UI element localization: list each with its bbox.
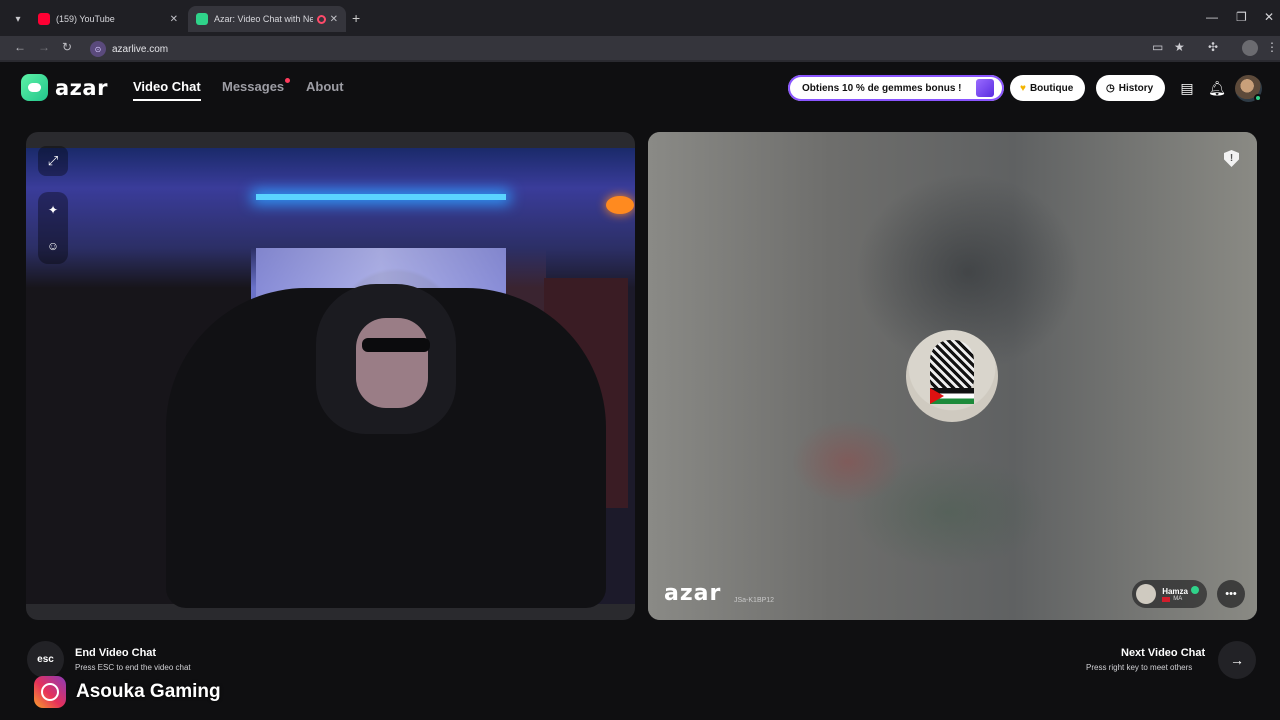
inbox-icon[interactable]: ▤	[1178, 80, 1196, 96]
session-id: JSa-K1BP12	[734, 597, 775, 604]
new-tab-button[interactable]: +	[352, 10, 360, 26]
flag-icon	[930, 388, 974, 404]
history-button[interactable]: ◷ History	[1096, 75, 1166, 101]
profile-avatar[interactable]	[1242, 40, 1258, 56]
streamer-watermark: Asouka Gaming	[34, 676, 221, 708]
url-field[interactable]: ⊙ azarlive.com	[86, 38, 1186, 60]
browser-tab-bar: ▾ (159) YouTube ✕ Azar: Video Chat with …	[0, 0, 1280, 36]
magic-wand-icon[interactable]: ✦	[38, 192, 68, 228]
url-text: azarlive.com	[112, 43, 169, 55]
youtube-icon	[38, 13, 50, 25]
gift-icon	[976, 79, 994, 97]
notification-dot	[285, 78, 290, 83]
my-camera-feed	[26, 148, 635, 608]
partner-profile-tag[interactable]: Hamza MA	[1132, 580, 1207, 608]
partner-country: MA	[1162, 596, 1199, 602]
partner-name: Hamza	[1162, 587, 1188, 596]
watermark-text: Asouka Gaming	[76, 681, 221, 702]
nav-video-chat[interactable]: Video Chat	[133, 79, 201, 101]
instagram-icon	[34, 676, 66, 708]
nav-messages[interactable]: Messages	[222, 79, 284, 94]
chat-bubble-icon[interactable]: •••	[1217, 580, 1245, 608]
azar-watermark-logo: azar	[664, 581, 722, 606]
partner-mini-avatar	[1136, 584, 1157, 604]
camera-person	[356, 318, 428, 408]
next-chat-hint: Press right key to meet others	[1086, 663, 1193, 672]
gems-bonus-button[interactable]: Obtiens 10 % de gemmes bonus !	[788, 75, 1004, 101]
online-status-dot	[1254, 94, 1262, 102]
partner-name-row: Hamza	[1162, 586, 1199, 596]
reload-icon[interactable]: ↻	[62, 40, 72, 54]
minimize-icon[interactable]: —	[1206, 10, 1218, 24]
heart-gem-icon: ♥	[1020, 82, 1026, 94]
azar-app: azar Video Chat Messages About Obtiens 1…	[0, 64, 1280, 720]
end-chat-button[interactable]: esc	[27, 641, 64, 678]
promo-label: Obtiens 10 % de gemmes bonus !	[802, 82, 962, 94]
expand-icon[interactable]: ⤢	[38, 146, 68, 176]
arrow-right-icon: →	[1230, 652, 1244, 668]
my-camera-panel: ⤢ ✦ ☺	[26, 132, 635, 620]
azar-logo-icon	[21, 74, 48, 101]
nav-about[interactable]: About	[306, 79, 344, 94]
tab-azar[interactable]: Azar: Video Chat with New ✕	[188, 6, 346, 32]
back-arrow-icon[interactable]: ←	[14, 40, 26, 54]
camera-tools: ✦ ☺	[38, 192, 68, 264]
cast-icon[interactable]: ▭	[1152, 40, 1163, 54]
history-label: History	[1118, 82, 1154, 94]
close-icon[interactable]: ✕	[170, 14, 178, 25]
camera-background	[256, 194, 506, 200]
recording-icon	[316, 14, 326, 24]
end-chat-title: End Video Chat	[75, 647, 157, 659]
extensions-icon[interactable]: ✣	[1208, 40, 1218, 54]
forward-arrow-icon[interactable]: →	[38, 40, 50, 54]
site-info-icon[interactable]: ⊙	[90, 41, 106, 57]
face-filter-icon[interactable]: ☺	[38, 228, 68, 264]
partner-avatar	[906, 330, 998, 422]
chrome-menu-icon[interactable]: ⋮	[1266, 40, 1278, 54]
keffiyeh-figure	[930, 340, 974, 392]
maximize-icon[interactable]: ❐	[1236, 10, 1247, 24]
azar-logo[interactable]: azar	[21, 74, 108, 101]
clock-icon: ◷	[1106, 82, 1115, 94]
tab-search-chevron-icon[interactable]: ▾	[9, 10, 27, 28]
window-close-icon[interactable]: ✕	[1264, 10, 1274, 24]
shop-button[interactable]: ♥ Boutique	[1010, 75, 1086, 101]
next-chat-title: Next Video Chat	[1121, 647, 1206, 659]
shop-label: Boutique	[1029, 82, 1074, 94]
next-chat-button[interactable]: →	[1218, 641, 1256, 679]
end-chat-hint: Press ESC to end the video chat	[75, 663, 191, 672]
partner-video-panel: ! azar JSa-K1BP12 Hamza MA •••	[648, 132, 1257, 620]
camera-person	[362, 338, 430, 352]
logo-text: azar	[55, 75, 108, 100]
bell-icon[interactable]: 🔔︎	[1208, 80, 1226, 96]
tab-title: Azar: Video Chat with New	[214, 14, 313, 24]
tab-title: (159) YouTube	[56, 14, 115, 24]
tab-youtube[interactable]: (159) YouTube ✕	[30, 6, 186, 32]
camera-background	[606, 196, 634, 214]
bookmark-star-icon[interactable]: ★	[1174, 40, 1185, 54]
verified-icon	[1191, 586, 1199, 594]
azar-icon	[196, 13, 208, 25]
address-bar: ← → ↻ ⊙ azarlive.com ▭ ★ ✣ ⋮	[0, 36, 1280, 62]
close-icon[interactable]: ✕	[330, 14, 338, 25]
